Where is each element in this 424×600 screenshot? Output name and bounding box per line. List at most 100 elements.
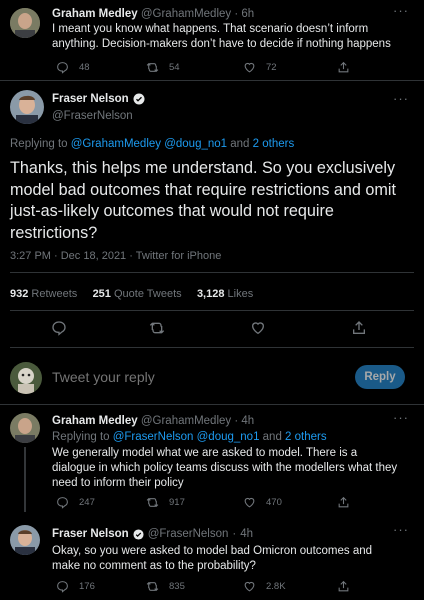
replying-prefix: Replying to [52,431,113,443]
retweet-button[interactable] [149,320,165,336]
avatar[interactable] [10,525,40,555]
divider [10,272,414,273]
like-count: 72 [266,62,277,73]
likes-label: Likes [227,288,254,300]
like-icon [244,581,255,592]
retweets-label: Retweets [31,288,78,300]
retweet-icon [149,322,165,334]
separator: · [234,8,239,20]
divider [10,347,414,348]
retweet-count: 917 [169,497,185,508]
avatar[interactable] [10,362,42,394]
replying-to: Replying to @FraserNelson @doug_no1 and … [52,430,327,445]
reply-button-submit[interactable]: Reply [355,365,405,389]
retweet-button[interactable]: 917 [146,496,185,509]
reply-button[interactable] [51,320,67,336]
avatar[interactable] [10,413,40,443]
replying-prefix: Replying to [10,138,71,150]
like-button[interactable]: 72 [243,61,277,74]
timestamp[interactable]: 6h [241,8,254,20]
more-icon[interactable]: ··· [393,3,409,18]
retweet-icon [146,497,159,508]
reply-icon [57,581,68,593]
replying-users-link[interactable]: @GrahamMedley @doug_no1 [71,138,227,150]
tweet-datetime[interactable]: 3:27 PM · Dec 18, 2021 · [10,250,136,262]
tweet-text: I meant you know what happens. That scen… [52,23,391,50]
avatar[interactable] [10,90,44,124]
quotes-stat[interactable]: 251 Quote Tweets [93,288,182,300]
tweet-source[interactable]: Twitter for iPhone [136,250,222,262]
reply-count: 176 [79,581,95,592]
retweets-stat[interactable]: 932 Retweets [10,288,77,300]
avatar[interactable] [10,8,40,38]
quotes-count: 251 [92,288,111,300]
likes-stat[interactable]: 3,128 Likes [197,288,253,300]
share-button[interactable] [337,496,350,509]
tweet-stats: 932 Retweets 251 Quote Tweets 3,128 Like… [10,287,253,302]
replying-users-link[interactable]: @FraserNelson @doug_no1 [113,431,260,443]
author-name[interactable]: Fraser Nelson [52,93,129,105]
author-handle[interactable]: @FraserNelson [148,527,229,542]
share-button[interactable] [337,580,350,593]
retweet-button[interactable]: 54 [146,61,180,74]
like-button[interactable] [250,320,266,336]
author-handle[interactable]: @GrahamMedley [141,415,231,427]
author-handle[interactable]: @GrahamMedley [141,8,231,20]
replying-others-link[interactable]: 2 others [285,431,327,443]
timestamp[interactable]: 4h [241,415,254,427]
separator: · [232,528,237,540]
reply-button[interactable]: 176 [56,580,95,593]
tweet-text: We generally model what we are asked to … [52,447,398,489]
share-icon [338,580,349,592]
main-tweet-text: Thanks, this helps me understand. So you… [10,159,396,242]
tweet-meta: 3:27 PM · Dec 18, 2021 · Twitter for iPh… [10,249,221,264]
author-name[interactable]: Graham Medley [52,415,138,427]
retweet-count: 54 [169,62,180,73]
retweets-count: 932 [10,288,29,300]
more-icon[interactable]: ··· [393,522,409,537]
like-icon [251,322,265,335]
retweet-icon [146,581,159,592]
retweet-count: 835 [169,581,185,592]
share-button[interactable] [337,61,350,74]
replying-and: and [227,138,253,150]
like-count: 470 [266,497,282,508]
timestamp[interactable]: 4h [240,527,253,542]
like-button[interactable]: 470 [243,496,282,509]
share-icon [338,61,349,73]
likes-count: 3,128 [196,288,225,300]
author-name[interactable]: Graham Medley [52,8,138,20]
more-icon[interactable]: ··· [393,410,409,425]
reply-count: 48 [79,62,90,73]
tweet-text: Okay, so you were asked to model bad Omi… [52,545,373,572]
replying-and: and [259,431,286,443]
like-count: 2.8K [266,581,286,592]
replying-to: Replying to @GrahamMedley @doug_no1 and … [10,137,294,152]
like-icon [244,497,255,508]
share-icon [353,321,365,334]
more-icon[interactable]: ··· [393,91,409,106]
share-icon [338,496,349,508]
like-icon [244,62,255,73]
verified-icon [133,93,145,105]
thread-line [24,447,26,512]
reply-count: 247 [79,497,95,508]
reply-icon [57,497,68,509]
reply-icon [57,62,68,74]
share-button[interactable] [351,320,367,336]
reply-input[interactable] [52,366,342,388]
replying-others-link[interactable]: 2 others [253,138,295,150]
reply-button[interactable]: 48 [56,61,90,74]
divider [0,80,424,81]
divider [0,404,424,405]
retweet-icon [146,62,159,73]
separator: · [234,415,239,427]
author-handle[interactable]: @FraserNelson [52,109,133,124]
divider [10,310,414,311]
retweet-button[interactable]: 835 [146,580,185,593]
reply-icon [52,321,66,336]
like-button[interactable]: 2.8K [243,580,286,593]
author-name[interactable]: Fraser Nelson [52,527,129,542]
quotes-label: Quote Tweets [113,288,182,300]
reply-button[interactable]: 247 [56,496,95,509]
